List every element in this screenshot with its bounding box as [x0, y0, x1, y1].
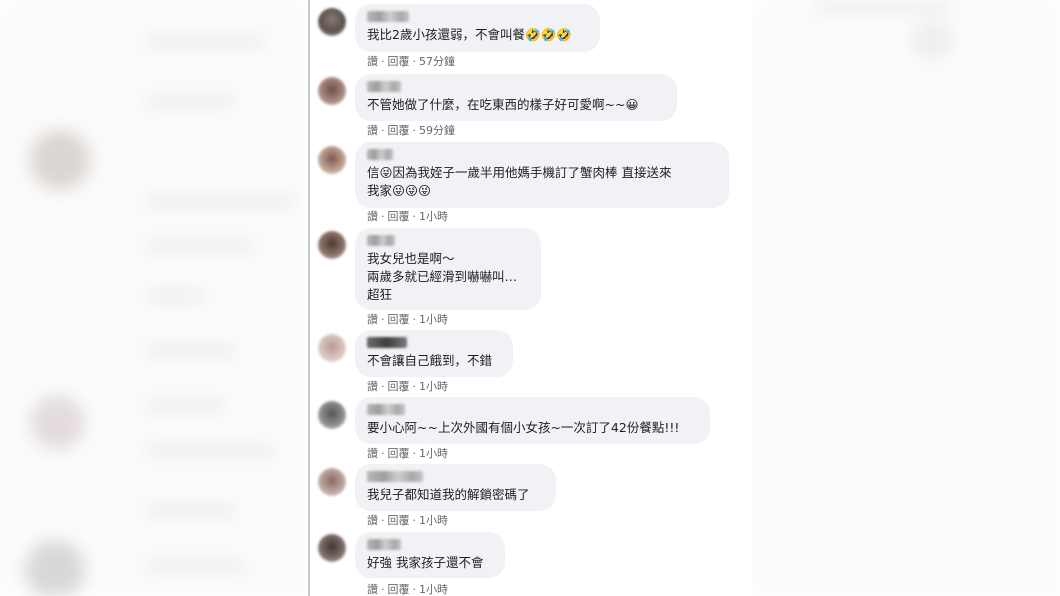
- avatar: [318, 8, 346, 36]
- commenter-name-redacted: [367, 337, 407, 348]
- like-link[interactable]: 讚: [367, 55, 378, 68]
- timestamp[interactable]: 1小時: [419, 380, 448, 393]
- like-link[interactable]: 讚: [367, 514, 378, 527]
- reply-link[interactable]: 回覆: [388, 514, 410, 527]
- commenter-name-redacted: [367, 539, 401, 550]
- timestamp[interactable]: 59分鐘: [419, 124, 455, 137]
- comment-meta: 讚 · 回覆 · 1小時: [367, 583, 448, 596]
- comments-panel: 我比2歲小孩還弱，不會叫餐🤣🤣🤣 讚 · 回覆 · 57分鐘 不管她做了什麼，在吃東西的…: [310, 0, 752, 596]
- like-link[interactable]: 讚: [367, 380, 378, 393]
- reply-link[interactable]: 回覆: [388, 447, 410, 460]
- like-link[interactable]: 讚: [367, 210, 378, 223]
- commenter-name-redacted: [367, 235, 395, 246]
- comment-text: 不會讓自己餓到，不錯: [367, 353, 493, 368]
- comment-meta: 讚 · 回覆 · 1小時: [367, 447, 448, 460]
- reply-link[interactable]: 回覆: [388, 124, 410, 137]
- timestamp[interactable]: 1小時: [419, 514, 448, 527]
- commenter-name-redacted: [367, 404, 405, 415]
- commenter-name-redacted: [367, 149, 393, 160]
- commenter-name-redacted: [367, 11, 409, 22]
- reply-link[interactable]: 回覆: [388, 313, 410, 326]
- reply-link[interactable]: 回覆: [388, 583, 410, 596]
- comment-meta: 讚 · 回覆 · 57分鐘: [367, 55, 455, 68]
- comment-text: 我女兒也是啊～ 兩歲多就已經滑到嚇嚇叫… 超狂: [367, 251, 518, 302]
- comment-bubble: 我比2歲小孩還弱，不會叫餐🤣🤣🤣: [355, 4, 600, 52]
- timestamp[interactable]: 1小時: [419, 210, 448, 223]
- blurred-background-right: [752, 0, 1060, 596]
- comment-text: 要小心阿~~上次外國有個小女孩~一次訂了42份餐點!!!: [367, 420, 680, 435]
- reply-link[interactable]: 回覆: [388, 210, 410, 223]
- avatar: [318, 146, 346, 174]
- avatar: [318, 468, 346, 496]
- timestamp[interactable]: 1小時: [419, 447, 448, 460]
- avatar: [318, 77, 346, 105]
- comment-text: 好強 我家孩子還不會: [367, 555, 484, 570]
- commenter-name-redacted: [367, 471, 423, 482]
- comment-bubble: 我兒子都知道我的解鎖密碼了: [355, 464, 556, 511]
- comment-bubble: 好強 我家孩子還不會: [355, 532, 505, 578]
- comment-text: 信😜因為我姪子一歲半用他媽手機訂了蟹肉棒 直接送來 我家😜😜😜: [367, 165, 672, 198]
- commenter-name-redacted: [367, 81, 401, 92]
- reply-link[interactable]: 回覆: [388, 55, 410, 68]
- comment-bubble: 不管她做了什麼，在吃東西的樣子好可愛啊~~😀: [355, 74, 677, 121]
- like-link[interactable]: 讚: [367, 447, 378, 460]
- comment-bubble: 不會讓自己餓到，不錯: [355, 330, 513, 377]
- comment-bubble: 信😜因為我姪子一歲半用他媽手機訂了蟹肉棒 直接送來 我家😜😜😜: [355, 142, 729, 208]
- comment-bubble: 我女兒也是啊～ 兩歲多就已經滑到嚇嚇叫… 超狂: [355, 228, 541, 310]
- like-link[interactable]: 讚: [367, 313, 378, 326]
- timestamp[interactable]: 57分鐘: [419, 55, 455, 68]
- comment-meta: 讚 · 回覆 · 1小時: [367, 380, 448, 393]
- comment-meta: 讚 · 回覆 · 1小時: [367, 514, 448, 527]
- timestamp[interactable]: 1小時: [419, 313, 448, 326]
- avatar: [318, 231, 346, 259]
- comment-meta: 讚 · 回覆 · 1小時: [367, 313, 448, 326]
- reply-link[interactable]: 回覆: [388, 380, 410, 393]
- avatar: [318, 401, 346, 429]
- blurred-background-left: [0, 0, 308, 596]
- timestamp[interactable]: 1小時: [419, 583, 448, 596]
- comment-text: 我比2歲小孩還弱，不會叫餐🤣🤣🤣: [367, 27, 572, 42]
- avatar: [318, 534, 346, 562]
- comment-meta: 讚 · 回覆 · 1小時: [367, 210, 448, 223]
- comment-text: 不管她做了什麼，在吃東西的樣子好可愛啊~~😀: [367, 97, 639, 112]
- comment-bubble: 要小心阿~~上次外國有個小女孩~一次訂了42份餐點!!!: [355, 397, 710, 444]
- avatar: [318, 334, 346, 362]
- comment-meta: 讚 · 回覆 · 59分鐘: [367, 124, 455, 137]
- like-link[interactable]: 讚: [367, 583, 378, 596]
- comment-text: 我兒子都知道我的解鎖密碼了: [367, 487, 530, 502]
- like-link[interactable]: 讚: [367, 124, 378, 137]
